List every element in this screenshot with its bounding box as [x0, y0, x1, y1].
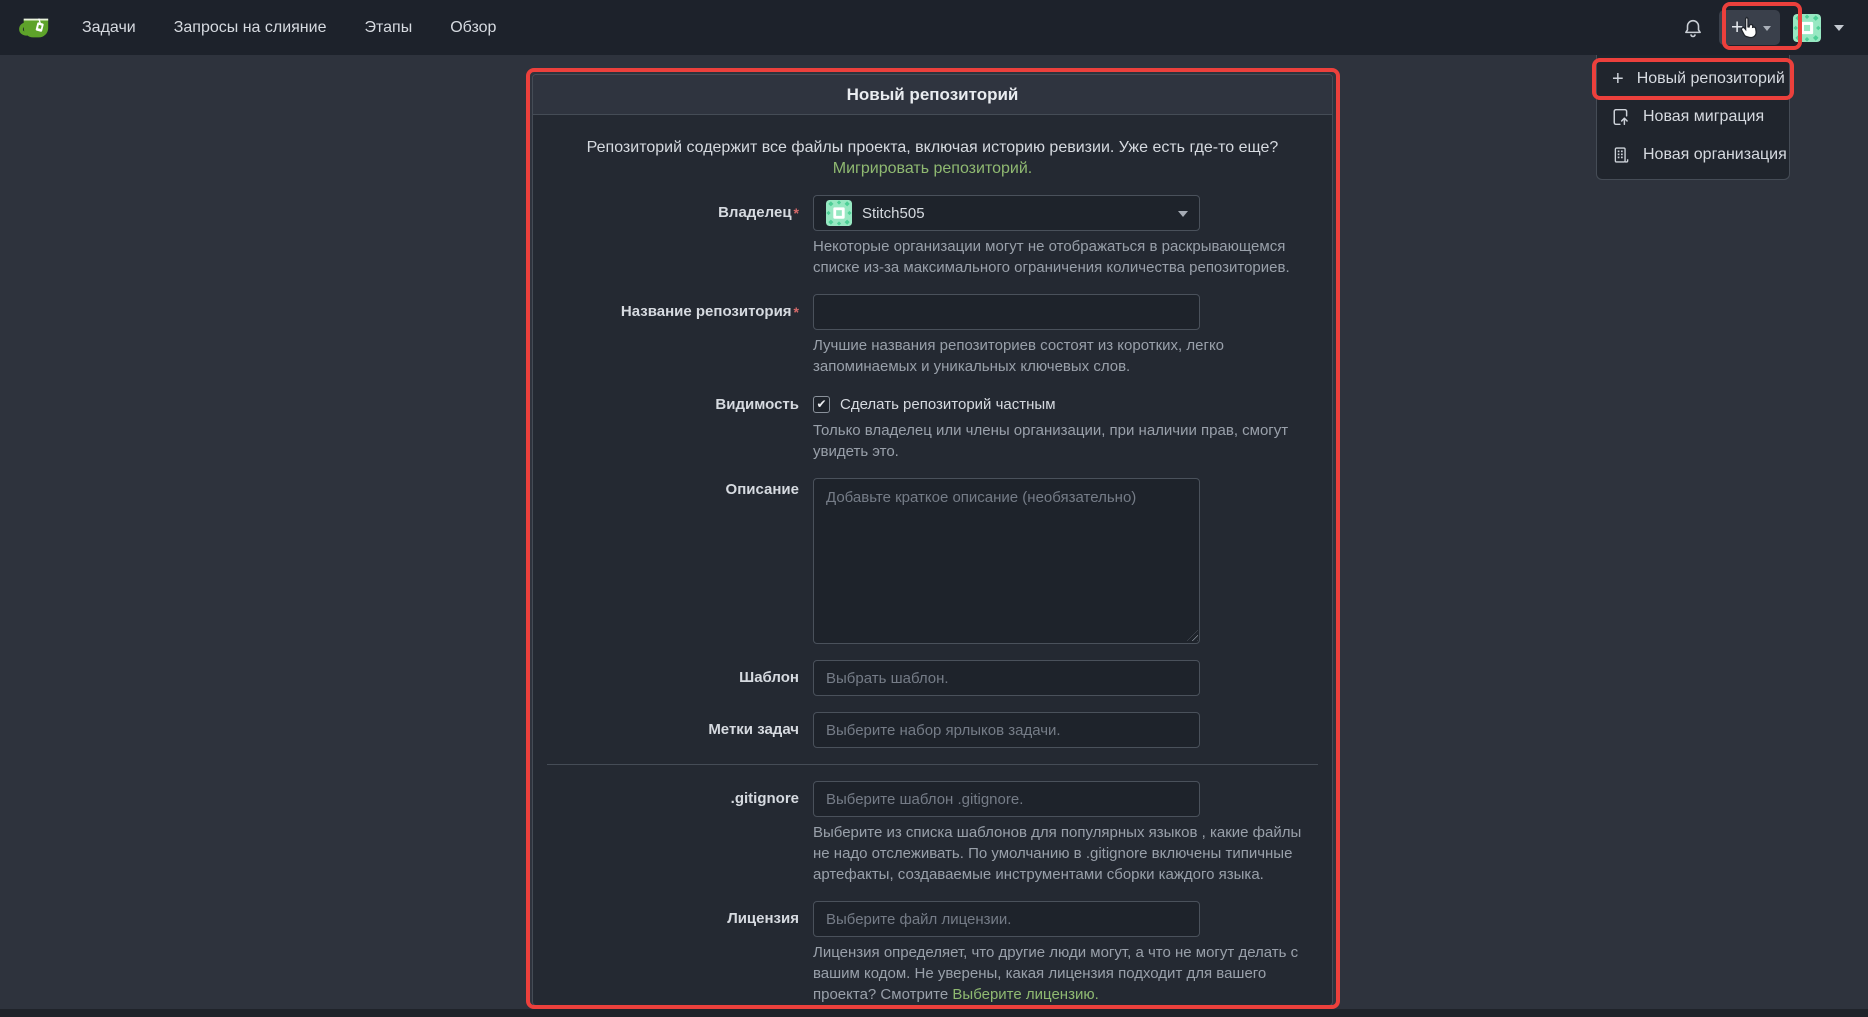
field-row-repo-name: Название репозитория* Лучшие названия ре… [547, 294, 1318, 377]
user-menu-caret-icon[interactable] [1834, 25, 1844, 31]
template-input[interactable] [813, 660, 1200, 696]
license-input[interactable] [813, 901, 1200, 937]
license-label: Лицензия [547, 901, 799, 1005]
required-asterisk: * [794, 205, 799, 221]
visibility-help-text: Только владелец или члены организации, п… [813, 420, 1318, 462]
chevron-down-icon [1763, 26, 1771, 31]
user-avatar[interactable] [1793, 14, 1821, 42]
navbar: Задачи Запросы на слияние Этапы Обзор [0, 0, 1868, 55]
menu-item-label: Новый репозиторий [1637, 70, 1785, 88]
gitea-logo-icon[interactable] [18, 12, 52, 44]
field-row-template: Шаблон [547, 660, 1318, 696]
gitea-app: Задачи Запросы на слияние Этапы Обзор [0, 0, 1868, 1017]
nav-item-explore[interactable]: Обзор [450, 19, 496, 37]
nav-item-pull-requests[interactable]: Запросы на слияние [174, 19, 327, 37]
description-textarea[interactable] [813, 478, 1200, 644]
organization-icon [1612, 146, 1630, 164]
menu-item-new-repository[interactable]: Новый репозиторий [1597, 60, 1789, 98]
field-row-description: Описание [547, 478, 1318, 644]
required-asterisk: * [794, 304, 799, 320]
description-label: Описание [547, 478, 799, 644]
field-row-issue-labels: Метки задач [547, 712, 1318, 748]
gitignore-help-text: Выберите из списка шаблонов для популярн… [813, 822, 1318, 885]
visibility-label: Видимость [547, 393, 799, 462]
choose-license-link[interactable]: Выберите лицензию. [952, 986, 1098, 1003]
menu-item-new-organization[interactable]: Новая организация [1597, 136, 1789, 174]
mouse-cursor-hand-icon [1737, 14, 1763, 49]
private-checkbox-label[interactable]: Сделать репозиторий частным [840, 396, 1056, 413]
owner-label: Владелец* [547, 195, 799, 278]
menu-item-label: Новая организация [1643, 146, 1787, 164]
owner-avatar [826, 200, 852, 226]
nav-item-milestones[interactable]: Этапы [364, 19, 412, 37]
form-section-divider [547, 764, 1318, 765]
bottom-edge-strip [0, 1009, 1868, 1017]
private-checkbox[interactable] [813, 396, 830, 413]
field-row-license: Лицензия Лицензия определяет, что другие… [547, 901, 1318, 1005]
new-repository-form: Новый репозиторий Репозиторий содержит в… [532, 74, 1333, 1006]
migrate-icon [1612, 108, 1630, 126]
plus-icon [1612, 68, 1624, 91]
issue-labels-label: Метки задач [547, 712, 799, 748]
menu-item-new-migration[interactable]: Новая миграция [1597, 98, 1789, 136]
chevron-down-icon [1178, 211, 1188, 217]
create-new-button[interactable] [1719, 10, 1780, 45]
repo-name-input[interactable] [813, 294, 1200, 330]
create-new-dropdown-menu: Новый репозиторий Новая миграция [1596, 55, 1790, 180]
issue-labels-input[interactable] [813, 712, 1200, 748]
owner-select[interactable]: Stitch505 [813, 195, 1200, 231]
template-label: Шаблон [547, 660, 799, 696]
repo-name-label: Название репозитория* [547, 294, 799, 377]
notifications-bell-icon[interactable] [1682, 15, 1706, 41]
gitignore-input[interactable] [813, 781, 1200, 817]
gitignore-label: .gitignore [547, 781, 799, 885]
menu-item-label: Новая миграция [1643, 108, 1764, 126]
repo-name-help-text: Лучшие названия репозиториев состоят из … [813, 335, 1318, 377]
field-row-visibility: Видимость Сделать репозиторий частным То… [547, 393, 1318, 462]
field-row-gitignore: .gitignore Выберите из списка шаблонов д… [547, 781, 1318, 885]
license-help-text: Лицензия определяет, что другие люди мог… [813, 942, 1318, 1005]
form-intro-text: Репозиторий содержит все файлы проекта, … [548, 137, 1318, 179]
nav-links: Задачи Запросы на слияние Этапы Обзор [82, 19, 496, 37]
owner-help-text: Некоторые организации могут не отображат… [813, 236, 1318, 278]
nav-item-issues[interactable]: Задачи [82, 19, 136, 37]
form-title: Новый репозиторий [533, 75, 1332, 115]
intro-static-text: Репозиторий содержит все файлы проекта, … [587, 139, 1279, 156]
migrate-repository-link[interactable]: Мигрировать репозиторий. [833, 160, 1032, 177]
navbar-right [1682, 0, 1844, 55]
owner-value: Stitch505 [862, 205, 925, 222]
form-body: Репозиторий содержит все файлы проекта, … [533, 115, 1332, 1005]
field-row-owner: Владелец* [547, 195, 1318, 278]
